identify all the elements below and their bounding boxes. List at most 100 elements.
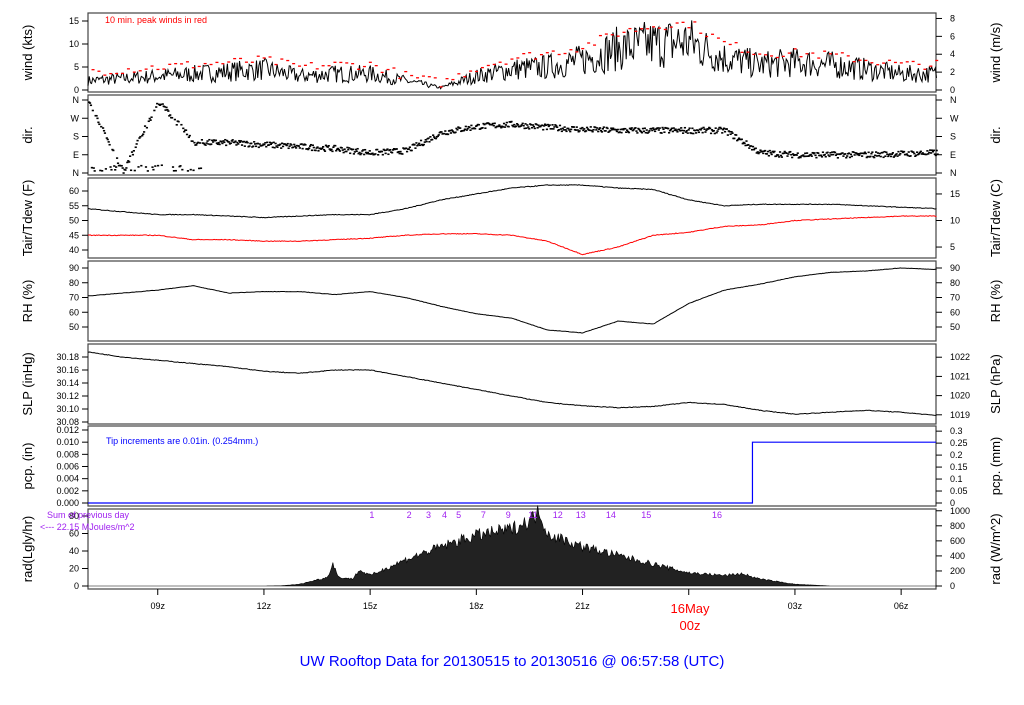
hour-mark-label: 12 xyxy=(553,510,563,520)
left-tick-label: 30.16 xyxy=(56,365,79,375)
dir-point xyxy=(598,127,602,129)
dir-point xyxy=(266,141,269,144)
temp-panel: Tair/Tdew (F) Tair/Tdew (C) 40 45 50 55 60 5 10 1… xyxy=(20,177,1003,259)
dir-point xyxy=(161,103,164,105)
wind-note: 10 min. peak winds in red xyxy=(105,15,207,25)
dir-ylabel-right: dir. xyxy=(988,126,1003,143)
left-tick-label: 30.14 xyxy=(56,378,79,388)
dir-point xyxy=(253,141,256,143)
left-tick-label: 0 xyxy=(74,581,79,591)
right-tick-label: 6 xyxy=(950,31,955,41)
dir-point xyxy=(845,156,848,159)
dir-point xyxy=(602,126,605,128)
dir-point xyxy=(89,104,93,107)
dir-point xyxy=(569,130,572,133)
dir-point xyxy=(281,145,285,148)
dir-point xyxy=(322,148,326,151)
dir-point xyxy=(214,139,218,142)
dir-point xyxy=(218,143,221,146)
dir-point xyxy=(897,150,900,153)
right-tick-label: 10 xyxy=(950,216,960,226)
dir-point xyxy=(556,126,559,129)
dir-point xyxy=(355,150,358,153)
dir-point xyxy=(809,153,812,156)
dir-point xyxy=(332,146,335,149)
dir-point xyxy=(935,149,938,152)
dir-point xyxy=(815,156,818,159)
dir-point xyxy=(504,124,508,126)
dir-point xyxy=(528,128,531,130)
dir-point xyxy=(630,127,633,129)
left-tick-label: 0 xyxy=(74,85,79,95)
dir-point xyxy=(745,140,748,142)
dir-point xyxy=(199,167,203,170)
pcp-ylabel: pcp. (in) xyxy=(20,443,35,490)
dir-point xyxy=(310,149,314,152)
dir-point xyxy=(330,148,333,151)
dir-point xyxy=(647,131,650,134)
dir-point xyxy=(820,155,824,158)
dir-point xyxy=(115,157,119,159)
dir-point xyxy=(120,164,123,167)
dir-point xyxy=(687,129,690,131)
dir-point xyxy=(751,145,755,148)
dir-point xyxy=(185,133,189,136)
dir-point xyxy=(122,172,125,174)
dir-point xyxy=(823,153,826,156)
dir-point xyxy=(695,132,698,134)
dir-point xyxy=(182,127,185,130)
dir-point xyxy=(592,128,595,131)
dir-point xyxy=(889,155,893,158)
dir-point xyxy=(295,147,298,149)
dir-point xyxy=(352,153,356,155)
dir-point xyxy=(276,146,279,149)
left-tick-label: 5 xyxy=(74,62,79,72)
dir-point xyxy=(777,154,780,156)
dir-point xyxy=(640,131,644,134)
right-tick-label: 0.05 xyxy=(950,486,968,496)
dir-point xyxy=(657,129,660,131)
dir-point xyxy=(308,147,311,149)
dir-point xyxy=(676,130,679,133)
left-tick-label: 45 xyxy=(69,230,79,240)
dir-point xyxy=(374,153,377,155)
left-tick-label: 90 xyxy=(69,263,79,273)
dir-point xyxy=(98,123,101,126)
right-tick-label: 0.25 xyxy=(950,438,968,448)
dir-point xyxy=(304,144,307,146)
dir-point xyxy=(195,144,198,146)
dir-point xyxy=(932,149,936,152)
dir-point xyxy=(143,131,146,133)
dir-point xyxy=(645,129,648,131)
wind-ylabel-right: wind (m/s) xyxy=(988,23,1003,84)
dir-point xyxy=(635,130,638,132)
dir-point xyxy=(836,157,839,159)
dir-point xyxy=(638,128,641,131)
dir-point xyxy=(434,137,438,140)
dir-point xyxy=(331,150,334,153)
dir-point xyxy=(661,126,664,129)
dir-point xyxy=(704,131,707,133)
dir-point xyxy=(343,148,346,150)
right-tick-label: 0.1 xyxy=(950,474,963,484)
dir-point xyxy=(558,124,562,127)
left-tick-label: E xyxy=(73,150,79,160)
dir-point xyxy=(184,129,188,131)
hour-mark-label: 14 xyxy=(606,510,616,520)
right-tick-label: 1022 xyxy=(950,352,970,362)
dir-point xyxy=(265,145,268,148)
dir-point xyxy=(415,142,418,144)
dir-point xyxy=(642,130,646,133)
hour-mark-label: 3 xyxy=(426,510,431,520)
x-tick-label: 15z xyxy=(363,601,378,611)
dir-point xyxy=(721,132,724,134)
dir-point xyxy=(770,153,773,156)
dir-point xyxy=(131,153,135,156)
dir-point xyxy=(142,133,145,136)
dir-point xyxy=(340,147,343,149)
dir-point xyxy=(446,133,450,136)
dir-point xyxy=(743,142,746,145)
dir-point xyxy=(765,153,769,155)
dir-point xyxy=(767,154,770,157)
dir-point xyxy=(173,118,176,121)
